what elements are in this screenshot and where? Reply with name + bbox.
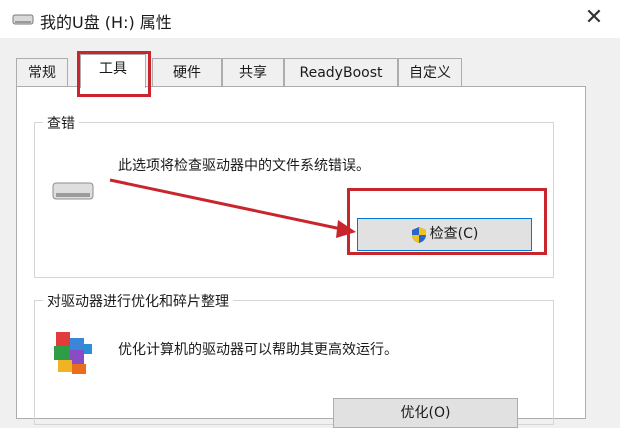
optimize-title: 对驱动器进行优化和碎片整理 [43,291,233,311]
tab-general[interactable]: 常规 [16,58,68,86]
tab-readyboost[interactable]: ReadyBoost [284,58,398,86]
optimize-description: 优化计算机的驱动器可以帮助其更高效运行。 [118,342,398,358]
defrag-icon [54,332,92,374]
usb-drive-icon [12,14,34,25]
error-check-description: 此选项将检查驱动器中的文件系统错误。 [118,158,370,174]
window-title: 我的U盘 (H:) 属性 [40,13,172,32]
optimize-button[interactable]: 优化(O) [333,398,518,428]
drive-icon [52,182,94,200]
tab-sharing[interactable]: 共享 [222,58,284,86]
error-check-title: 查错 [43,113,79,133]
title-bar: 我的U盘 (H:) 属性 ✕ [0,0,620,38]
tab-customize[interactable]: 自定义 [398,58,462,86]
annotation-box-tools-tab [77,51,151,97]
close-button[interactable]: ✕ [576,2,612,34]
annotation-box-check-button [347,188,547,255]
tab-hardware[interactable]: 硬件 [152,58,222,86]
